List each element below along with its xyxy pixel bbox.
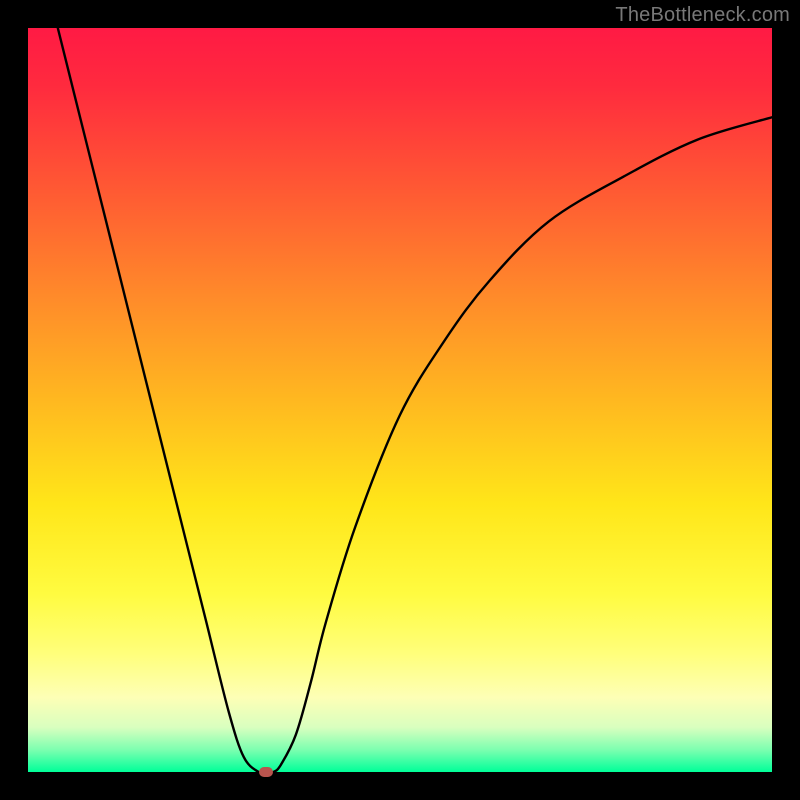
curve-svg (28, 28, 772, 772)
bottleneck-curve (58, 28, 772, 772)
chart-frame: TheBottleneck.com (0, 0, 800, 800)
optimum-marker (259, 767, 273, 777)
watermark-text: TheBottleneck.com (615, 4, 790, 27)
plot-area (28, 28, 772, 772)
